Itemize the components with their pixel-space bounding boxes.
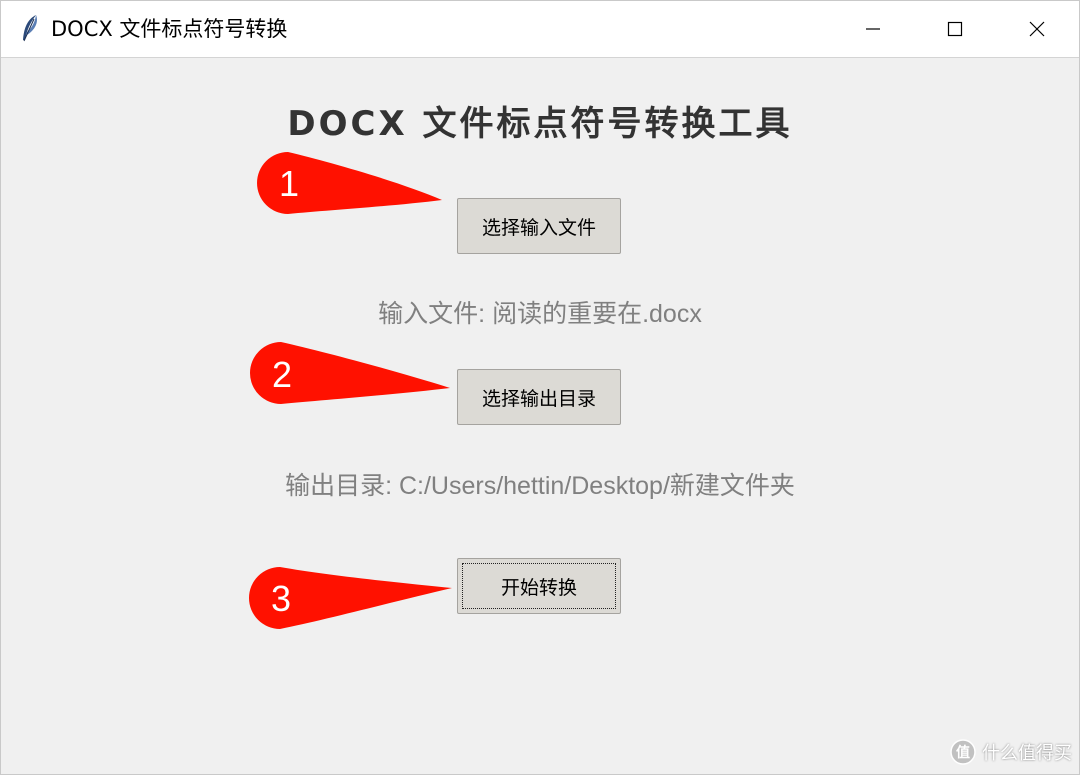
output-dir-label: 输出目录: C:/Users/hettin/Desktop/新建文件夹 bbox=[285, 472, 795, 500]
close-icon bbox=[1029, 21, 1045, 37]
focus-ring bbox=[462, 563, 616, 609]
app-window: DOCX 文件标点符号转换 DOCX 文件标点符号转换工具 选择输入文件 输入文… bbox=[0, 0, 1080, 775]
input-file-label: 输入文件: 阅读的重要在.docx bbox=[378, 300, 702, 328]
minimize-button[interactable] bbox=[831, 1, 915, 57]
minimize-icon bbox=[866, 28, 880, 30]
start-convert-button[interactable]: 开始转换 bbox=[457, 558, 621, 614]
maximize-button[interactable] bbox=[913, 1, 997, 57]
select-input-file-button[interactable]: 选择输入文件 bbox=[457, 198, 621, 254]
svg-text:值: 值 bbox=[956, 744, 970, 761]
main-panel: DOCX 文件标点符号转换工具 选择输入文件 输入文件: 阅读的重要在.docx… bbox=[1, 58, 1079, 774]
maximize-icon bbox=[947, 21, 963, 37]
feather-icon bbox=[23, 15, 37, 42]
watermark-text: 什么值得买 bbox=[982, 743, 1072, 764]
watermark-logo-icon: 值 bbox=[950, 739, 976, 765]
page-title: DOCX 文件标点符号转换工具 bbox=[287, 104, 793, 144]
title-bar[interactable]: DOCX 文件标点符号转换 bbox=[1, 1, 1079, 58]
watermark: 值 什么值得买 bbox=[950, 737, 1072, 767]
window-title: DOCX 文件标点符号转换 bbox=[51, 17, 288, 41]
select-output-dir-button[interactable]: 选择输出目录 bbox=[457, 369, 621, 425]
close-button[interactable] bbox=[995, 1, 1079, 57]
